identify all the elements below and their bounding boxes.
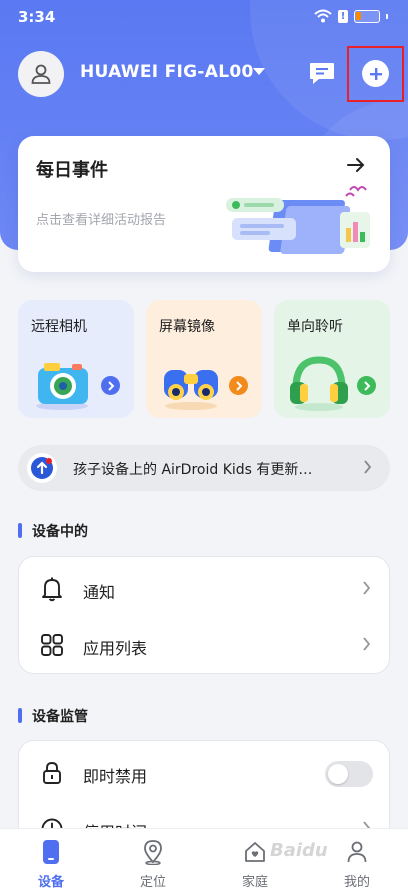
chevron-right-icon[interactable] <box>357 376 376 395</box>
tile-label: 单向聆听 <box>287 319 343 335</box>
notifications-label: 通知 <box>83 583 116 602</box>
screen-mirror-tile[interactable]: 屏幕镜像 <box>146 300 262 418</box>
chevron-down-icon[interactable] <box>253 68 265 75</box>
tile-label: 远程相机 <box>31 319 87 335</box>
activity-report-illustration <box>226 186 370 254</box>
headphones-icon <box>290 356 348 411</box>
daily-events-card[interactable]: 每日事件 点击查看详细活动报告 <box>18 136 390 272</box>
arrow-right-icon[interactable] <box>346 156 366 174</box>
instant-block-label: 即时禁用 <box>83 767 148 786</box>
chat-icon <box>310 63 334 84</box>
one-way-audio-tile[interactable]: 单向聆听 <box>274 300 390 418</box>
tile-label: 屏幕镜像 <box>159 319 215 335</box>
chevron-right-icon <box>364 460 372 474</box>
chevron-right-icon[interactable] <box>229 376 248 395</box>
profile-icon <box>344 839 370 865</box>
status-bar: 3:34 ! <box>0 0 408 34</box>
tab-label: 家庭 <box>241 875 268 890</box>
location-pin-icon <box>140 839 166 865</box>
tab-devices[interactable]: 设备 <box>0 829 102 896</box>
highlight-annotation <box>347 46 404 102</box>
lock-icon <box>39 760 65 786</box>
phone-icon <box>38 839 64 865</box>
toggle-knob <box>328 764 348 784</box>
bottom-tab-bar: 设备 定位 家庭 我的 <box>0 828 408 896</box>
daily-events-title: 每日事件 <box>36 160 108 181</box>
app-list-label: 应用列表 <box>83 639 148 658</box>
app-grid-icon <box>39 632 65 658</box>
tab-label: 设备 <box>37 875 64 890</box>
chevron-right-icon <box>363 637 371 651</box>
alert-status-icon: ! <box>338 9 348 23</box>
device-name[interactable]: HUAWEI FIG-AL00 <box>80 62 254 82</box>
daily-events-subtitle: 点击查看详细活动报告 <box>36 213 167 228</box>
watermark: Baidu <box>270 840 328 861</box>
tab-label: 我的 <box>343 875 370 890</box>
user-icon <box>31 64 51 84</box>
notifications-row[interactable]: 通知 <box>19 561 389 617</box>
chevron-right-icon <box>363 581 371 595</box>
instant-block-row[interactable]: 即时禁用 <box>19 745 389 801</box>
bell-icon <box>39 576 65 602</box>
message-button[interactable] <box>308 60 336 86</box>
chevron-right-icon[interactable] <box>101 376 120 395</box>
section-title-monitoring: 设备监管 <box>18 706 88 726</box>
update-icon <box>27 453 57 483</box>
section-title-device: 设备中的 <box>18 521 88 541</box>
camera-icon <box>36 363 88 410</box>
avatar[interactable] <box>18 51 64 97</box>
home-icon <box>242 839 268 865</box>
remote-camera-tile[interactable]: 远程相机 <box>18 300 134 418</box>
wifi-icon <box>314 9 332 23</box>
update-banner-text: 孩子设备上的 AirDroid Kids 有更新… <box>73 462 313 478</box>
update-banner[interactable]: 孩子设备上的 AirDroid Kids 有更新… <box>18 445 390 491</box>
instant-block-toggle[interactable] <box>325 761 373 787</box>
app-list-row[interactable]: 应用列表 <box>19 617 389 673</box>
status-time: 3:34 <box>18 8 56 26</box>
tab-location[interactable]: 定位 <box>102 829 204 896</box>
app-header: HUAWEI FIG-AL00 <box>0 46 408 102</box>
tab-label: 定位 <box>139 875 166 890</box>
device-content-card: 通知 应用列表 <box>18 556 390 674</box>
battery-icon <box>354 9 380 23</box>
binoculars-icon <box>164 370 218 410</box>
feature-tiles: 远程相机 屏幕镜像 单向聆听 <box>18 300 390 418</box>
